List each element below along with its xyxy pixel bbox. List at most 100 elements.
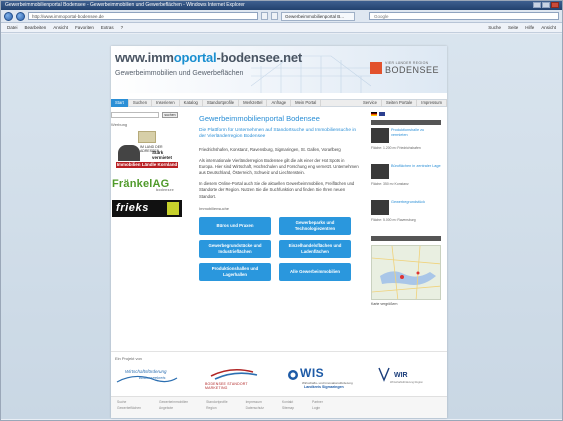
ad1-line2: Stark vermietet [152, 150, 173, 160]
nav-start[interactable]: Start [111, 99, 129, 107]
toolbar-suche[interactable]: Suche [488, 25, 501, 30]
brand-mark-icon [369, 62, 382, 75]
nav-service[interactable]: Service [359, 99, 382, 107]
stop-icon[interactable] [271, 12, 278, 20]
menu-extras[interactable]: Extras [101, 25, 114, 30]
nav-suchen[interactable]: Suchen [129, 99, 153, 107]
ad-banner-frieks[interactable]: frieks [112, 200, 182, 217]
close-button[interactable] [551, 2, 559, 8]
page-viewport: www.immoportal-bodensee.net Gewerbeimmob… [1, 34, 562, 419]
region-map[interactable] [371, 245, 441, 300]
service-grundstuecke-button[interactable]: Gewerbegrundstücke und Industrieflächen [199, 239, 271, 258]
flag-de-icon[interactable] [371, 112, 377, 116]
web-page: www.immoportal-bodensee.net Gewerbeimmob… [111, 46, 447, 418]
p1-line1: Wirtschaftsförderung [125, 369, 167, 374]
footer-link[interactable]: Gewerbeflächen [117, 406, 141, 410]
map-graphic [372, 246, 440, 299]
partner-wis[interactable]: WIS Wirtschafts- und Innovationsförderun… [286, 366, 366, 389]
service-einzelhandel-button[interactable]: Einzelhandelsflächen und Ladenflächen [279, 239, 351, 258]
nav-impressum[interactable]: Impressum [417, 99, 447, 107]
menu-help[interactable]: ? [121, 25, 124, 30]
footer-link[interactable]: Region [206, 406, 227, 410]
footer-link[interactable]: Impressum [246, 400, 264, 404]
menu-bar: Datei Bearbeiten Ansicht Favoriten Extra… [1, 23, 562, 33]
p3-sub2: Landkreis Sigmaringen [304, 385, 344, 389]
partners-label: Ein Projekt von [115, 356, 142, 361]
partner-wirtschaftsfoerderung[interactable]: Wirtschaftsförderung Bodenseekreis [115, 366, 179, 388]
site-logo[interactable]: www.immoportal-bodensee.net [115, 50, 302, 65]
menu-favoriten[interactable]: Favoriten [75, 25, 94, 30]
logo-prefix: www.imm [115, 50, 174, 65]
footer-link[interactable]: Sitemap [282, 406, 294, 410]
menu-bearbeiten[interactable]: Bearbeiten [25, 25, 47, 30]
address-bar: http://www.immoportal-bodensee.de Gewerb… [1, 10, 562, 23]
frieks-logo-icon [167, 202, 179, 215]
service-alle-button[interactable]: Alle Gewerbeimmobilien [279, 262, 351, 281]
back-button[interactable] [4, 11, 13, 21]
quick-search-input[interactable] [111, 112, 159, 118]
footer-columns: Suche Gewerbeflächen Gewerbeimmobilien A… [111, 397, 447, 410]
main-content: Gewerbeimmobilienportal Bodensee Die Pla… [199, 114, 359, 344]
footer-link[interactable]: Gewerbeimmobilien [159, 400, 188, 404]
footer-col: Impressum Datenschutz [246, 400, 264, 410]
toolbar-zoom[interactable]: Ansicht [541, 25, 556, 30]
offer-title: Büroflächen in zentraler Lage [391, 164, 441, 168]
nav-katalog[interactable]: Katalog [180, 99, 203, 107]
minimize-button[interactable] [533, 2, 541, 8]
offer-details: Fläche: 350 m² Konstanz [371, 182, 409, 186]
nav-anfrage[interactable]: Anfrage [267, 99, 292, 107]
menu-datei[interactable]: Datei [7, 25, 18, 30]
footer-link[interactable]: Login [312, 406, 323, 410]
partner-wir[interactable]: WIR Wirtschaftsförderung Region [376, 366, 436, 388]
search-input[interactable]: Google [369, 12, 559, 20]
nav-mein-portal[interactable]: Mein Portal [291, 99, 322, 107]
footer-col: Gewerbeimmobilien Angebote [159, 400, 188, 410]
ad-banner-fraenkel[interactable]: FränkelAG bodensee [112, 178, 182, 192]
ad2-sub: bodensee [156, 188, 174, 192]
people-image [118, 145, 140, 161]
nav-right: Service Seiten Portale Impressum [359, 99, 447, 107]
nav-merkzettel[interactable]: Merkzettel [239, 99, 268, 107]
browser-tab[interactable]: Gewerbeimmobilienportal B... [281, 11, 355, 21]
footer-link[interactable]: Partner [312, 400, 323, 404]
flag-gb-icon[interactable] [379, 112, 385, 116]
footer-link[interactable]: Standortprofile [206, 400, 227, 404]
offer-item[interactable]: Gewerbegrundstück Fläche: 5.000 m² Raven… [371, 200, 441, 233]
p4-name: WIR [394, 372, 408, 379]
refresh-icon[interactable] [261, 12, 268, 20]
service-buero-button[interactable]: Büros und Praxen [199, 216, 271, 235]
footer-link[interactable]: Datenschutz [246, 406, 264, 410]
partner-standort-marketing[interactable]: BODENSEE STANDORT MARKETING [201, 366, 271, 390]
p4-sub: Wirtschaftsförderung Region [390, 381, 423, 384]
forward-button[interactable] [16, 11, 25, 21]
logo-suffix: -bodensee.net [216, 50, 302, 65]
paragraph-2: In diesem Online-Portal auch Sie die akt… [199, 181, 355, 199]
nav-seiten-portale[interactable]: Seiten Portale [382, 99, 418, 107]
footer-link[interactable]: Suche [117, 400, 141, 404]
quick-search-button[interactable]: suchen [162, 112, 178, 118]
window-controls [533, 2, 559, 8]
ad1-band: Immobilien Ländle Kornland [116, 162, 178, 168]
url-input[interactable]: http://www.immoportal-bodensee.de [28, 12, 258, 20]
p3-name: WIS [300, 366, 325, 380]
service-gewerbeparks-button[interactable]: Gewerbeparks und Technologiezentren [279, 216, 351, 235]
footer-link[interactable]: Angebote [159, 406, 188, 410]
offer-thumbnail [371, 164, 389, 179]
service-buttons: Büros und Praxen Gewerbeparks und Techno… [199, 216, 359, 281]
building-image [138, 131, 156, 143]
site-subtitle: Gewerbeimmobilien und Gewerbeflächen [115, 70, 244, 77]
toolbar-seite[interactable]: Seite [508, 25, 518, 30]
offer-details: Fläche: 1.200 m² Friedrichshafen [371, 146, 421, 150]
offer-item[interactable]: Büroflächen in zentraler Lage Fläche: 35… [371, 164, 441, 197]
bodensee-brand[interactable]: VIER LÄNDER REGION BODENSEE [369, 61, 439, 75]
menu-ansicht[interactable]: Ansicht [53, 25, 68, 30]
footer-link[interactable]: Kontakt [282, 400, 294, 404]
map-enlarge-link[interactable]: Karte vergrößern [371, 302, 441, 306]
offer-item[interactable]: Produktionshalle zu vermieten Fläche: 1.… [371, 128, 441, 161]
ad-banner-1[interactable]: IM LAND DER ADRESSEN Stark vermietet Imm… [112, 129, 182, 173]
service-produktion-button[interactable]: Produktionshallen und Lagerhallen [199, 262, 271, 281]
nav-standortprofile[interactable]: Standortprofile [203, 99, 240, 107]
maximize-button[interactable] [542, 2, 550, 8]
toolbar-hilfe[interactable]: Hilfe [525, 25, 534, 30]
nav-inserieren[interactable]: Inserieren [152, 99, 180, 107]
